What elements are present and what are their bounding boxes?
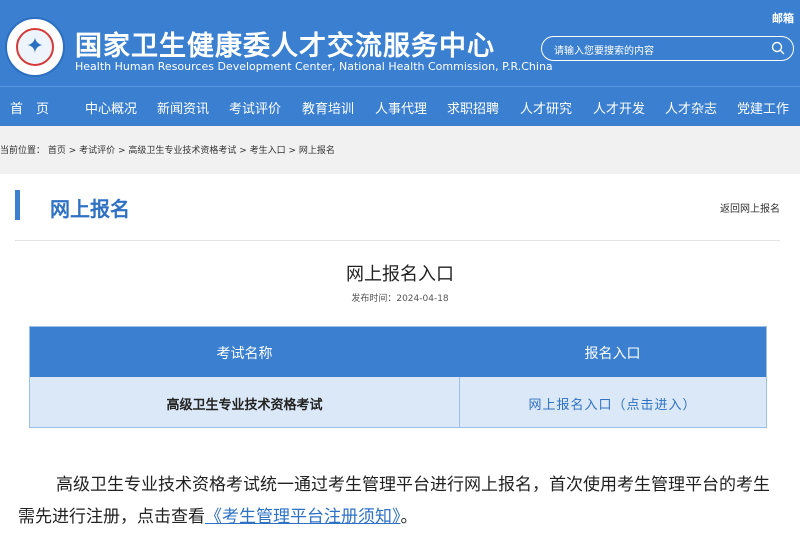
site-title: 国家卫生健康委人才交流服务中心 xyxy=(75,31,495,62)
registration-notice-link[interactable]: 《考生管理平台注册须知》 xyxy=(205,507,401,527)
site-header: ✦ 国家卫生健康委人才交流服务中心 Health Human Resources… xyxy=(0,0,800,86)
site-subtitle: Health Human Resources Development Cente… xyxy=(75,60,553,73)
section-accent-bar xyxy=(15,190,20,220)
breadcrumb[interactable]: 当前位置： 首页 > 考试评价 > 高级卫生专业技术资格考试 > 考生入口 > … xyxy=(0,143,335,156)
header-exam-name: 考试名称 xyxy=(216,346,273,362)
registration-table: 考试名称 报名入口 高级卫生专业技术资格考试 网上报名入口（点击进入） xyxy=(29,326,767,428)
article-title: 网上报名入口 xyxy=(346,264,454,285)
emblem-icon: ✦ xyxy=(16,28,54,66)
info-paragraph: 高级卫生专业技术资格考试统一通过考生管理平台进行网上报名，首次使用考生管理平台的… xyxy=(18,469,784,533)
search-icon[interactable] xyxy=(771,41,785,55)
registration-entry-link[interactable]: 网上报名入口（点击进入） xyxy=(459,394,766,413)
paragraph-end: 。 xyxy=(400,507,418,527)
nav-item-jobs[interactable]: 求职招聘 xyxy=(447,98,499,117)
nav-item-exams[interactable]: 考试评价 xyxy=(229,98,281,117)
article-date: 发布时间：2024-04-18 xyxy=(351,294,449,304)
return-link[interactable]: 返回网上报名 xyxy=(720,200,780,215)
nav-item-party[interactable]: 党建工作 xyxy=(737,98,789,117)
nav-item-about[interactable]: 中心概况 xyxy=(85,98,137,117)
header-entry: 报名入口 xyxy=(584,346,641,362)
nav-item-news[interactable]: 新闻资讯 xyxy=(157,98,209,117)
nav-item-home[interactable]: 首 页 xyxy=(10,98,49,117)
main-nav: 首 页 中心概况 新闻资讯 考试评价 教育培训 人事代理 求职招聘 人才研究 人… xyxy=(0,86,800,126)
table-row: 高级卫生专业技术资格考试 网上报名入口（点击进入） xyxy=(30,377,766,427)
table-header-row: 考试名称 报名入口 xyxy=(30,327,766,377)
nav-item-training[interactable]: 教育培训 xyxy=(302,98,354,117)
content-panel: 网上报名 返回网上报名 网上报名入口 发布时间：2024-04-18 考试名称 … xyxy=(0,174,800,538)
table-column-divider xyxy=(459,377,460,427)
search-placeholder: 请输入您要搜索的内容 xyxy=(554,46,654,57)
exam-name-cell: 高级卫生专业技术资格考试 xyxy=(166,398,323,413)
nav-item-development[interactable]: 人才开发 xyxy=(593,98,645,117)
nav-item-personnel[interactable]: 人事代理 xyxy=(375,98,427,117)
site-logo[interactable]: ✦ xyxy=(5,17,65,77)
nav-item-research[interactable]: 人才研究 xyxy=(520,98,572,117)
nav-item-magazine[interactable]: 人才杂志 xyxy=(665,98,717,117)
search-input[interactable]: 请输入您要搜索的内容 xyxy=(541,36,794,61)
section-title: 网上报名 xyxy=(50,197,130,221)
section-divider xyxy=(15,240,780,241)
mailbox-link[interactable]: 邮箱 xyxy=(772,10,794,26)
